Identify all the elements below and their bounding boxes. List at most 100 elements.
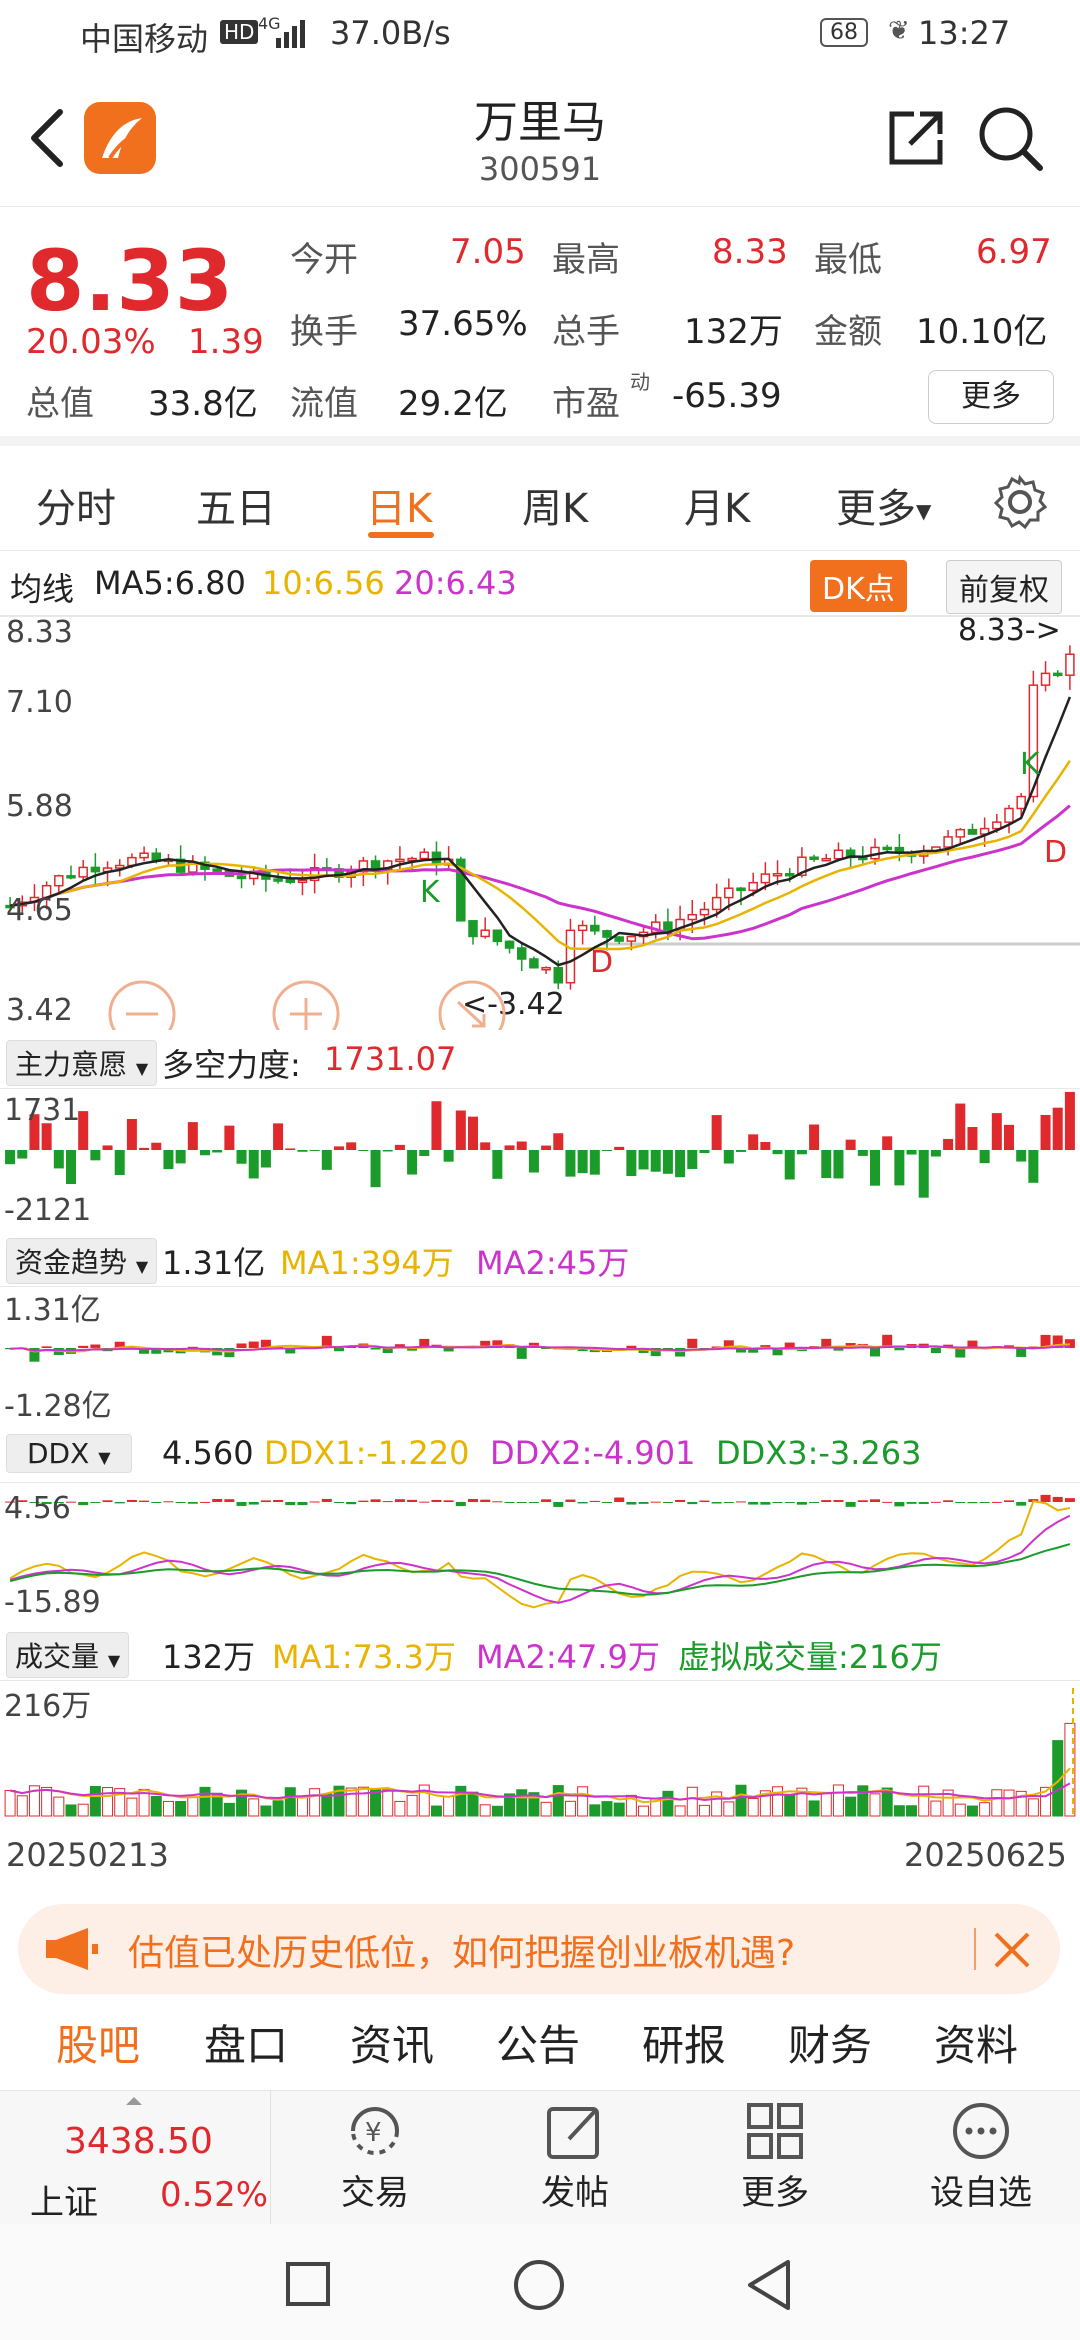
search-icon[interactable] <box>974 102 1046 174</box>
ddx-bar <box>760 1502 771 1505</box>
promo-banner[interactable]: 估值已处历史低位，如何把握创业板机遇? <box>18 1904 1060 1994</box>
ddx-bar <box>553 1502 564 1507</box>
volume-bar <box>175 1801 187 1817</box>
ddx-bar <box>857 1500 868 1502</box>
candle-body <box>772 872 783 877</box>
zlyy-bar <box>285 1148 296 1150</box>
ddx-bar <box>273 1499 284 1502</box>
zlyy-bars <box>5 1091 1075 1198</box>
volume-bar <box>723 1801 735 1817</box>
ma-label: 均线 <box>10 570 75 608</box>
volume-bar <box>601 1801 613 1817</box>
candle-body <box>1052 672 1063 677</box>
volume-bar <box>869 1793 881 1817</box>
trade-button[interactable]: ¥ 交易 <box>320 2101 430 2214</box>
tab-five-day[interactable]: 五日 <box>196 476 276 534</box>
more-button[interactable]: 更多 <box>720 2101 830 2214</box>
candle-body <box>1004 807 1014 823</box>
candle-body <box>516 947 527 960</box>
zjqs-selector[interactable]: 资金趋势 ▼ <box>6 1238 158 1284</box>
tab-research[interactable]: 研报 <box>642 2012 726 2073</box>
ddx-bar <box>492 1501 503 1503</box>
index-ticker[interactable]: 3438.50 上证 0.52% <box>0 2091 271 2225</box>
post-button[interactable]: 发帖 <box>520 2101 630 2214</box>
ddx-bar <box>736 1501 746 1503</box>
home-icon[interactable] <box>512 2258 566 2312</box>
tab-news[interactable]: 资讯 <box>350 2012 434 2073</box>
zlyy-bar <box>736 1150 746 1152</box>
recent-apps-icon[interactable] <box>284 2260 332 2308</box>
close-icon[interactable] <box>990 1928 1034 1972</box>
zjqs-bar <box>236 1343 247 1348</box>
zoom-in-icon[interactable] <box>272 980 340 1030</box>
back-icon[interactable] <box>26 106 66 170</box>
net-speed: 37.0B/s <box>330 14 451 52</box>
low-value: 6.97 <box>976 232 1052 272</box>
ddx-selector-label: DDX <box>27 1437 90 1470</box>
dropdown-arrow-icon: ▼ <box>916 499 932 523</box>
tab-profile[interactable]: 资料 <box>934 2012 1018 2073</box>
zlyy-bar <box>1064 1091 1075 1150</box>
ddx-bar <box>455 1502 466 1507</box>
kline-chart[interactable]: 8.33 7.10 5.88 4.65 3.42 8.33-> <-3.42 K… <box>0 612 1080 1030</box>
zlyy-bar <box>370 1150 381 1188</box>
more-info-button[interactable]: 更多 <box>928 370 1054 424</box>
volume-bar <box>857 1785 869 1817</box>
volume-bar <box>223 1802 235 1817</box>
ddx-selector[interactable]: DDX ▼ <box>6 1434 132 1473</box>
pe-label: 市盈 <box>552 384 620 424</box>
tab-guba[interactable]: 股吧 <box>56 2012 140 2073</box>
low-label: 最低 <box>814 240 882 280</box>
date-end: 20250625 <box>904 1836 1067 1874</box>
ddx-bar <box>930 1501 941 1503</box>
tab-finance[interactable]: 财务 <box>788 2012 872 2073</box>
signal-k-2: K <box>1020 747 1041 782</box>
candle-body <box>943 836 953 848</box>
ddx-bar <box>650 1501 661 1503</box>
zlyy-bar <box>882 1136 893 1150</box>
ddx-bar <box>431 1499 442 1502</box>
volume-bar <box>845 1796 857 1817</box>
ddx-bar <box>114 1502 125 1504</box>
zlyy-y-top: 1731 <box>4 1093 80 1128</box>
ddx-bar <box>784 1502 795 1503</box>
date-start: 20250213 <box>6 1836 169 1874</box>
zlyy-bar <box>163 1150 174 1170</box>
zlyy-bar <box>480 1142 491 1150</box>
zlyy-bar <box>273 1123 284 1150</box>
app-logo <box>84 102 156 174</box>
tab-daily-k[interactable]: 日K <box>366 476 432 534</box>
volume-chart: 216万 <box>0 1680 1080 1817</box>
zlyy-bar <box>419 1150 430 1157</box>
tab-monthly-k[interactable]: 月K <box>684 476 750 534</box>
quote-panel: 8.33 20.03% 1.39 总值 33.8亿 今开 7.05 最高 8.3… <box>0 206 1080 446</box>
tab-announcements[interactable]: 公告 <box>496 2012 580 2073</box>
zoom-out-icon[interactable] <box>108 980 176 1030</box>
candle-body <box>504 940 515 949</box>
candle-body <box>236 875 247 880</box>
share-icon[interactable] <box>884 106 948 170</box>
candle-body <box>724 887 734 899</box>
back-nav-icon[interactable] <box>744 2258 794 2312</box>
zjqs-bar <box>870 1348 880 1357</box>
zlyy-y-bottom: -2121 <box>4 1193 91 1224</box>
tab-pankou[interactable]: 盘口 <box>204 2012 288 2073</box>
volume-bar <box>162 1800 174 1817</box>
period-tabs: 分时 五日 日K 周K 月K 更多▼ <box>0 446 1080 551</box>
candle-body <box>602 930 612 938</box>
zlyy-bar <box>870 1150 880 1186</box>
tab-more[interactable]: 更多▼ <box>836 476 931 534</box>
tab-weekly-k[interactable]: 周K <box>522 476 588 534</box>
detail-tabs: 股吧 盘口 资讯 公告 研报 财务 资料 <box>0 2010 1080 2090</box>
zlyy-bar <box>821 1150 832 1179</box>
vol-selector-label: 成交量 <box>15 1640 100 1673</box>
tab-intraday[interactable]: 分时 <box>36 476 116 534</box>
amount-label: 金额 <box>814 312 882 352</box>
ddx-bar <box>236 1502 247 1506</box>
dk-point-button[interactable]: DK点 <box>810 560 907 612</box>
add-watchlist-button[interactable]: 设自选 <box>916 2101 1046 2214</box>
settings-gear-icon[interactable] <box>992 474 1048 530</box>
zlyy-selector[interactable]: 主力意愿 ▼ <box>6 1040 158 1086</box>
adjust-button[interactable]: 前复权 <box>946 560 1062 614</box>
vol-selector[interactable]: 成交量 ▼ <box>6 1632 130 1678</box>
